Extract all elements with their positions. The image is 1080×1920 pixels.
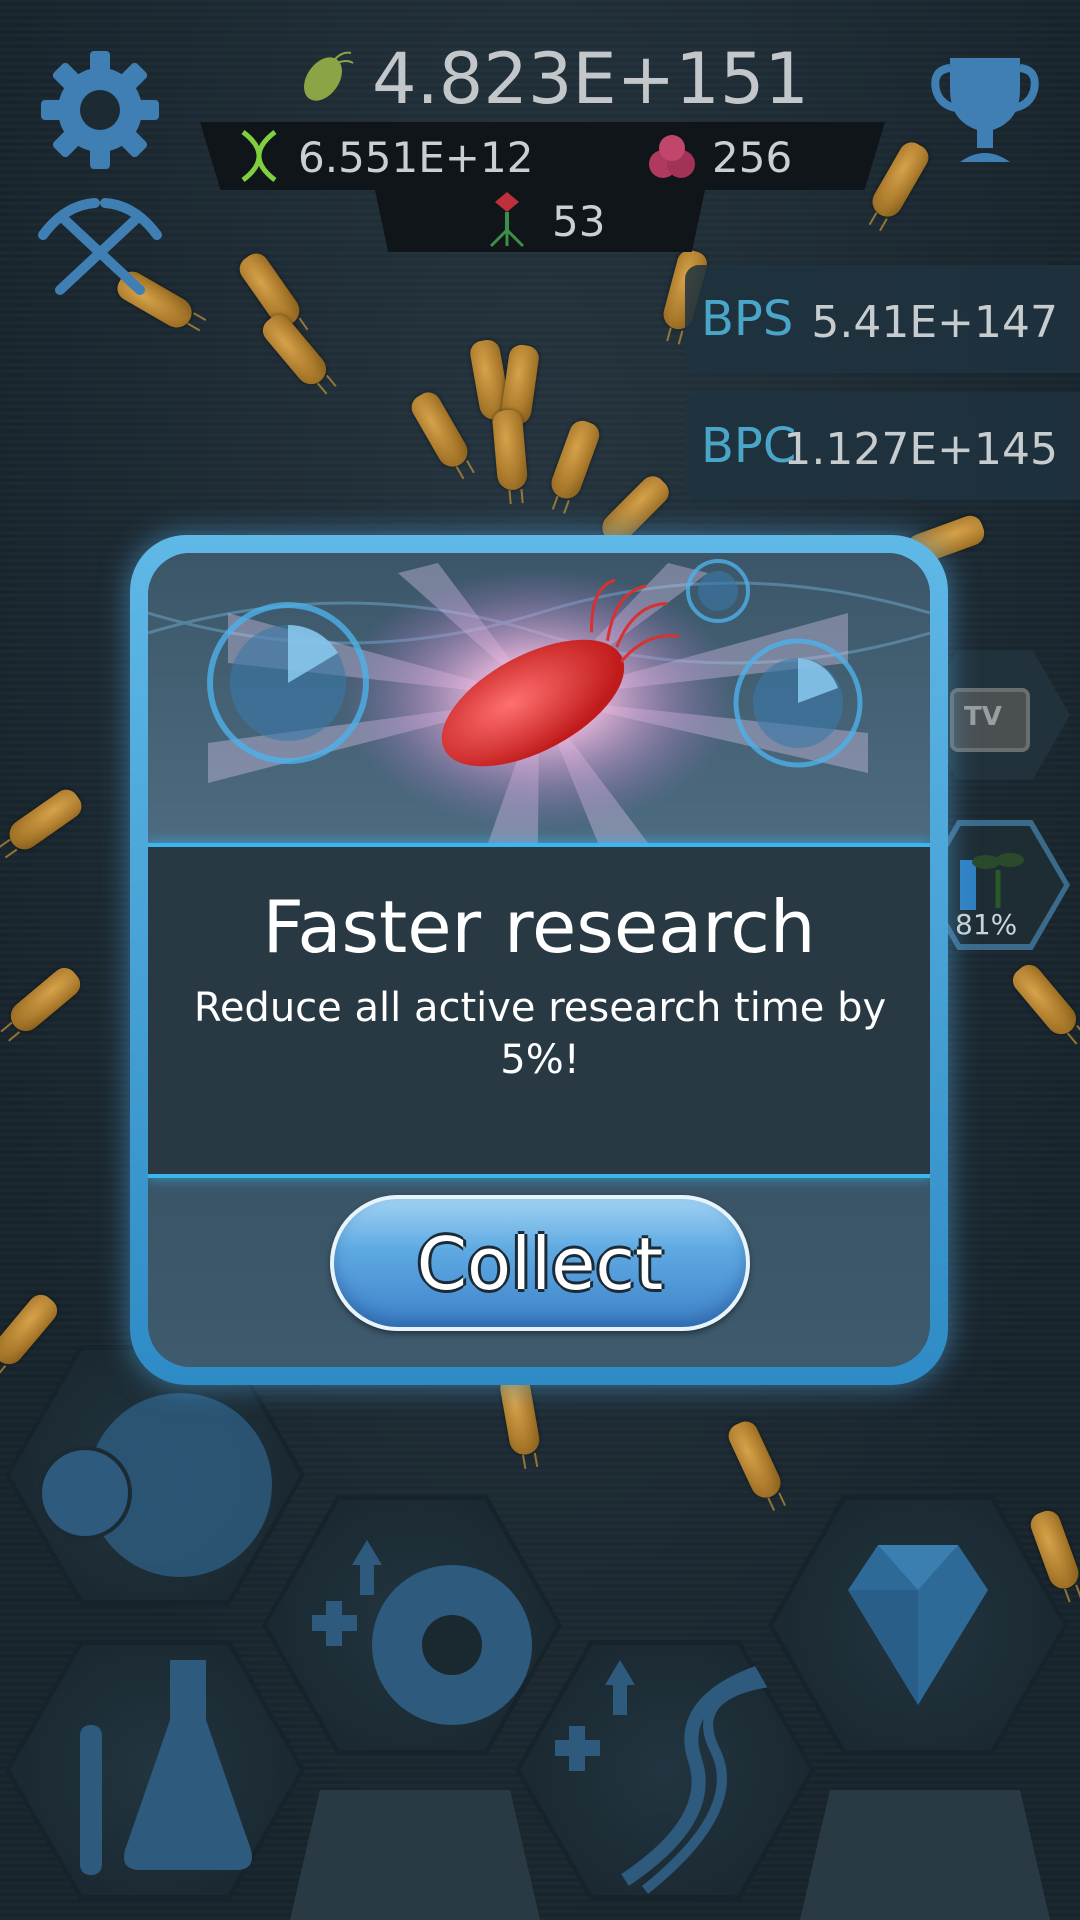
settings-button[interactable] (35, 45, 165, 175)
bpc-value: 1.127E+145 (783, 424, 1058, 475)
reward-illustration (148, 559, 930, 843)
pickaxes-icon (38, 198, 162, 295)
phage-currency-panel (375, 190, 705, 252)
tv-icon: TV (950, 688, 1030, 752)
dna-icon (241, 130, 277, 182)
dna-value: 6.551E+12 (298, 133, 534, 182)
achievements-button[interactable] (930, 50, 1040, 170)
main-currency-value: 4.823E+151 (372, 38, 809, 120)
reward-title: Faster research (262, 885, 816, 969)
clock-icon-small (686, 559, 750, 623)
bpc-stat: BPC 1.127E+145 (685, 392, 1080, 500)
tv-label: TV (964, 702, 1002, 732)
bps-value: 5.41E+147 (811, 297, 1058, 348)
phage-value: 53 (552, 197, 606, 246)
reward-description: Reduce all active research time by 5%! (193, 985, 887, 1083)
bps-label: BPS (701, 291, 794, 347)
reward-banner (148, 553, 930, 843)
bpc-label: BPC (701, 418, 797, 474)
bps-stat: BPS 5.41E+147 (685, 265, 1080, 373)
cells-value: 256 (712, 133, 793, 182)
bottom-tab-left[interactable] (290, 1790, 540, 1920)
growth-percent: 81% (955, 908, 1018, 941)
trophy-icon (931, 58, 1039, 162)
bacterium-icon (303, 51, 354, 101)
gear-icon (41, 51, 159, 169)
bottom-tab-right[interactable] (800, 1790, 1050, 1920)
sprout-icon (960, 853, 1024, 910)
phage-icon (489, 192, 525, 248)
clock-icon (207, 602, 369, 764)
mining-button[interactable] (35, 195, 165, 305)
cells-icon (649, 135, 695, 178)
collect-button[interactable]: Collect (330, 1195, 750, 1331)
clock-icon-right (733, 638, 863, 768)
